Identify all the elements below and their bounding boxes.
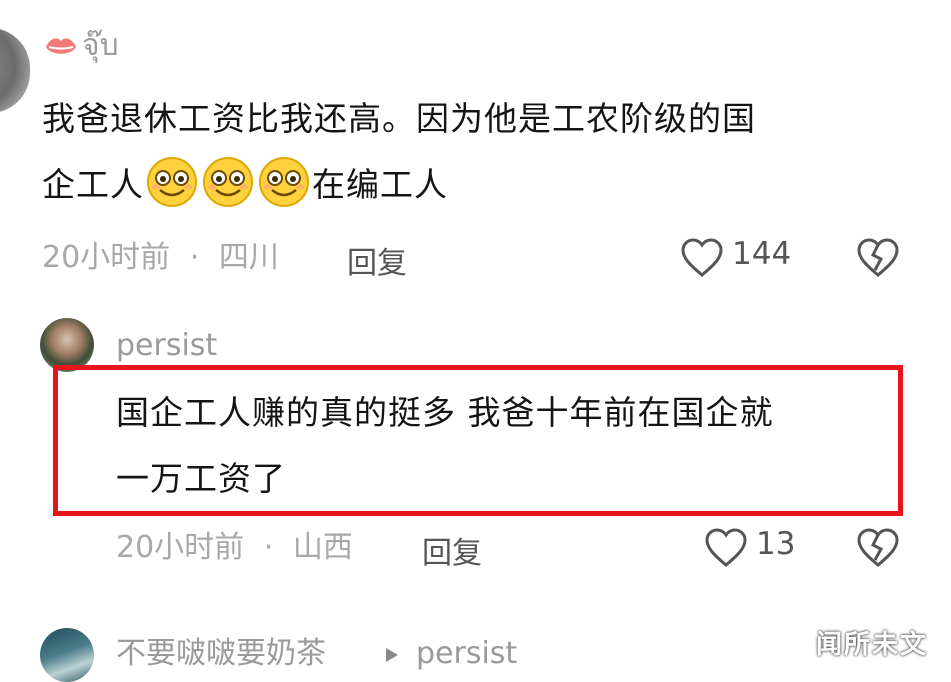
comment-text-line: 企工人 在编工人 <box>42 152 922 218</box>
comment-text-line: 国企工人赚的真的挺多 我爸十年前在国企就 <box>116 393 774 432</box>
meta-separator: · <box>263 530 274 565</box>
comment-location: 四川 <box>218 240 279 275</box>
grinning-face-emoji-icon <box>147 157 197 207</box>
like-count: 144 <box>732 236 792 272</box>
reply-to-username[interactable]: persist <box>416 636 517 672</box>
broken-heart-icon[interactable] <box>856 238 900 278</box>
reply-button[interactable]: 回复 <box>422 528 482 572</box>
grinning-face-emoji-icon <box>203 157 253 207</box>
grinning-face-emoji-icon <box>259 157 309 207</box>
comment-meta: 20小时前 · 四川 <box>42 238 279 278</box>
watermark: 闻所未文 <box>816 630 929 660</box>
comment-time: 20小时前 <box>42 240 171 275</box>
heart-icon[interactable] <box>680 238 724 278</box>
avatar[interactable] <box>40 318 94 372</box>
comment-username[interactable]: persist <box>116 328 217 364</box>
broken-heart-icon[interactable] <box>856 528 900 568</box>
reply-button[interactable]: 回复 <box>347 238 407 282</box>
comment-text: 国企工人赚的真的挺多 我爸十年前在国企就 一万工资了 <box>116 380 906 512</box>
comment-text-line: 一万工资了 <box>116 459 286 498</box>
like-count: 13 <box>756 526 796 562</box>
comment-username[interactable]: จุ๊บ <box>82 28 119 64</box>
comment-text-line: 我爸退休工资比我还高。因为他是工农阶级的国 <box>42 99 756 138</box>
reply-arrow-icon <box>386 648 398 662</box>
comment-username[interactable]: 不要啵啵要奶茶 <box>116 636 326 672</box>
meta-separator: · <box>189 240 200 275</box>
comment-text-segment: 企工人 <box>42 165 144 204</box>
comment-location: 山西 <box>292 530 353 565</box>
heart-icon[interactable] <box>704 528 748 568</box>
comment-text-segment: 在编工人 <box>312 165 448 204</box>
comment-time: 20小时前 <box>116 530 245 565</box>
comment-text: 我爸退休工资比我还高。因为他是工农阶级的国 企工人 在编工人 <box>42 86 922 218</box>
avatar[interactable] <box>40 628 94 682</box>
avatar[interactable] <box>0 28 30 113</box>
lips-icon <box>46 38 76 54</box>
comment-meta: 20小时前 · 山西 <box>116 528 353 568</box>
